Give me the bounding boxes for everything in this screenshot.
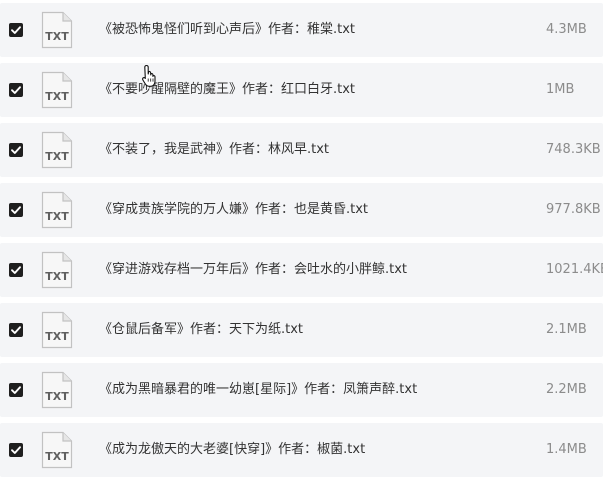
file-type-label: TXT — [45, 150, 69, 163]
txt-file-icon: TXT — [41, 431, 73, 469]
file-row[interactable]: TXT 《成为龙傲天的大老婆[快穿]》作者：椒菌.txt 1.4MB — [0, 423, 603, 477]
file-size: 748.3KB — [546, 142, 601, 157]
file-row[interactable]: TXT 《穿进游戏存档一万年后》作者：会吐水的小胖鲸.txt 1021.4KB — [0, 243, 603, 297]
file-name[interactable]: 《穿成贵族学院的万人嫌》作者：也是黄昏.txt — [99, 201, 519, 219]
row-checkbox[interactable] — [9, 443, 23, 457]
file-row[interactable]: TXT 《仓鼠后备军》作者：天下为纸.txt 2.1MB — [0, 303, 603, 357]
row-checkbox[interactable] — [9, 323, 23, 337]
checkmark-icon — [11, 86, 21, 94]
checkmark-icon — [11, 206, 21, 214]
file-size: 1021.4KB — [546, 262, 603, 277]
file-size: 2.2MB — [546, 382, 587, 397]
file-name[interactable]: 《成为黑暗暴君的唯一幼崽[星际]》作者：凤箫声醉.txt — [99, 381, 519, 399]
file-type-label: TXT — [45, 30, 69, 43]
checkmark-icon — [11, 266, 21, 274]
file-size: 1.4MB — [546, 442, 587, 457]
file-size: 4.3MB — [546, 22, 587, 37]
file-name[interactable]: 《不装了，我是武神》作者：林风早.txt — [99, 141, 519, 159]
txt-file-icon: TXT — [41, 251, 73, 289]
row-checkbox[interactable] — [9, 203, 23, 217]
file-type-label: TXT — [45, 270, 69, 283]
row-checkbox[interactable] — [9, 83, 23, 97]
file-size: 977.8KB — [546, 202, 601, 217]
checkmark-icon — [11, 446, 21, 454]
file-row[interactable]: TXT 《穿成贵族学院的万人嫌》作者：也是黄昏.txt 977.8KB — [0, 183, 603, 237]
file-row[interactable]: TXT 《不装了，我是武神》作者：林风早.txt 748.3KB — [0, 123, 603, 177]
file-list: TXT 《被恐怖鬼怪们听到心声后》作者：稚棠.txt 4.3MB TXT 《不要… — [0, 0, 603, 480]
checkmark-icon — [11, 26, 21, 34]
file-type-label: TXT — [45, 330, 69, 343]
file-type-label: TXT — [45, 390, 69, 403]
txt-file-icon: TXT — [41, 311, 73, 349]
file-name[interactable]: 《不要吵醒隔壁的魔王》作者：红口白牙.txt — [99, 81, 519, 99]
file-name[interactable]: 《穿进游戏存档一万年后》作者：会吐水的小胖鲸.txt — [99, 261, 519, 279]
file-type-label: TXT — [45, 90, 69, 103]
file-name[interactable]: 《仓鼠后备军》作者：天下为纸.txt — [99, 321, 519, 339]
file-type-label: TXT — [45, 450, 69, 463]
file-row[interactable]: TXT 《不要吵醒隔壁的魔王》作者：红口白牙.txt 1MB — [0, 63, 603, 117]
row-checkbox[interactable] — [9, 23, 23, 37]
txt-file-icon: TXT — [41, 11, 73, 49]
row-checkbox[interactable] — [9, 263, 23, 277]
row-checkbox[interactable] — [9, 383, 23, 397]
file-type-label: TXT — [45, 210, 69, 223]
checkmark-icon — [11, 326, 21, 334]
txt-file-icon: TXT — [41, 71, 73, 109]
checkmark-icon — [11, 146, 21, 154]
file-name[interactable]: 《成为龙傲天的大老婆[快穿]》作者：椒菌.txt — [99, 441, 519, 459]
file-row[interactable]: TXT 《成为黑暗暴君的唯一幼崽[星际]》作者：凤箫声醉.txt 2.2MB — [0, 363, 603, 417]
txt-file-icon: TXT — [41, 131, 73, 169]
file-row[interactable]: TXT 《被恐怖鬼怪们听到心声后》作者：稚棠.txt 4.3MB — [0, 3, 603, 57]
file-size: 1MB — [546, 82, 575, 97]
row-checkbox[interactable] — [9, 143, 23, 157]
checkmark-icon — [11, 386, 21, 394]
file-name[interactable]: 《被恐怖鬼怪们听到心声后》作者：稚棠.txt — [99, 21, 519, 39]
txt-file-icon: TXT — [41, 371, 73, 409]
file-size: 2.1MB — [546, 322, 587, 337]
txt-file-icon: TXT — [41, 191, 73, 229]
